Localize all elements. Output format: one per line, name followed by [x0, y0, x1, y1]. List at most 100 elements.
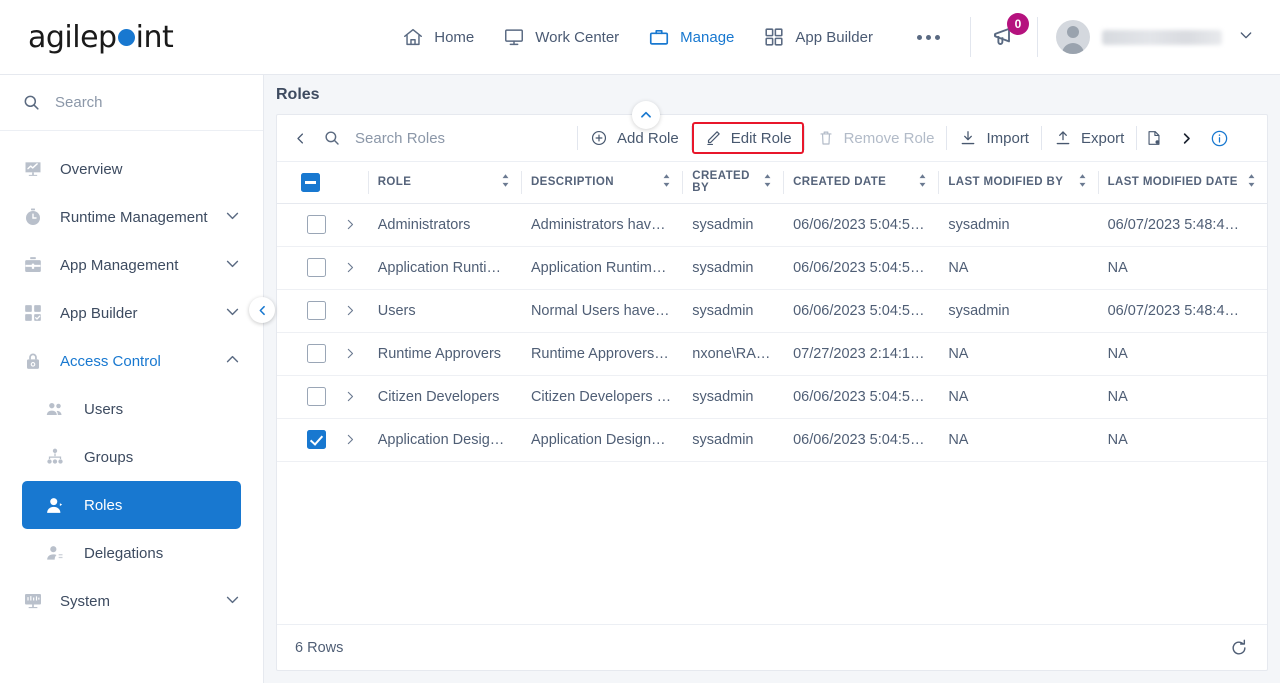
sidebar-item-groups[interactable]: Groups [22, 433, 241, 481]
cell-last-modified-date: 06/07/2023 5:48:4… [1097, 203, 1267, 247]
roles-panel: Add Role Edit Role Remove Role [276, 101, 1268, 671]
sort-icon-description[interactable] [661, 173, 672, 191]
stopwatch-icon [22, 206, 44, 228]
roles-table-container: ROLE DESCRIPTION CREATED BY CREATED DATE… [277, 162, 1267, 624]
sort-icon-created-date[interactable] [917, 173, 928, 191]
chevron-down-icon[interactable] [224, 591, 241, 612]
sidebar-item-overview[interactable]: Overview [0, 145, 263, 193]
toolbar-next-button[interactable] [1171, 124, 1202, 153]
table-row[interactable]: Users Normal Users have… sysadmin 06/06/202… [277, 289, 1267, 333]
table-row[interactable]: Application Design… Application Design… sy… [277, 418, 1267, 462]
roles-toolbar: Add Role Edit Role Remove Role [277, 115, 1267, 162]
edit-role-button[interactable]: Edit Role [691, 122, 804, 154]
chevron-up-icon[interactable] [224, 351, 241, 372]
row-select-cell [277, 332, 334, 376]
sidebar-item-delegations[interactable]: Delegations [22, 529, 241, 577]
expand-row-chevron-right-icon[interactable] [343, 432, 357, 447]
sidebar-item-app-builder[interactable]: App Builder [0, 289, 263, 337]
expand-row-chevron-right-icon[interactable] [343, 217, 357, 232]
sidebar-item-users[interactable]: Users [22, 385, 241, 433]
sort-icon-last-modified-by[interactable] [1077, 173, 1088, 191]
row-checkbox[interactable] [307, 258, 326, 277]
avatar[interactable] [1056, 20, 1090, 54]
column-header-description[interactable]: DESCRIPTION [520, 162, 683, 204]
select-all-checkbox[interactable] [301, 172, 320, 192]
sidebar-collapse-button[interactable] [249, 297, 275, 323]
table-row[interactable]: Runtime Approvers Runtime Approvers… nxone… [277, 332, 1267, 376]
column-header-created-date[interactable]: CREATED DATE [783, 162, 939, 204]
row-checkbox[interactable] [307, 344, 326, 363]
pencil-icon [707, 131, 720, 146]
sidebar-search[interactable] [0, 75, 263, 131]
cell-description: Application Design… [520, 418, 683, 462]
nav-item-manage[interactable]: Manage [647, 25, 734, 49]
cell-last-modified-by: NA [938, 375, 1098, 419]
table-row[interactable]: Administrators Administrators hav… sysadmi… [277, 203, 1267, 247]
cell-last-modified-by: NA [938, 246, 1098, 290]
agilepoint-logo[interactable]: agilep int [28, 19, 174, 55]
sort-icon-created-by[interactable] [762, 173, 773, 191]
panel-collapse-button[interactable] [632, 101, 660, 129]
row-select-cell [277, 375, 334, 419]
upload-icon [1056, 131, 1070, 145]
cell-created-by: sysadmin [682, 418, 784, 462]
sort-icon-role[interactable] [500, 173, 511, 191]
remove-role-label: Remove Role [843, 129, 935, 147]
info-button[interactable] [1202, 122, 1237, 155]
row-expand-cell [333, 375, 368, 419]
column-header-created-by[interactable]: CREATED BY [682, 162, 784, 204]
export-button[interactable]: Export [1042, 122, 1136, 154]
nav-item-app-builder[interactable]: App Builder [762, 25, 873, 49]
cell-created-date: 06/06/2023 5:04:5… [783, 289, 939, 333]
expand-row-chevron-right-icon[interactable] [343, 303, 357, 318]
add-role-button[interactable]: Add Role [578, 122, 691, 154]
row-checkbox[interactable] [307, 301, 326, 320]
logo-text-first: agilep [28, 19, 117, 55]
roles-search-input[interactable] [355, 129, 550, 147]
notifications-button[interactable]: 0 [989, 13, 1029, 52]
sidebar-item-roles[interactable]: Roles [22, 481, 241, 529]
import-button[interactable]: Import [947, 122, 1041, 154]
cell-last-modified-by: sysadmin [938, 289, 1098, 333]
add-role-label: Add Role [617, 129, 679, 147]
table-row[interactable]: Application Runtim… Application Runtim… sy… [277, 246, 1267, 290]
table-body: Administrators Administrators hav… sysadmi… [277, 203, 1267, 462]
toolbar-back-button[interactable] [285, 131, 315, 146]
column-header-last-modified-date[interactable]: LAST MODIFIED DATE [1097, 162, 1267, 204]
remove-role-button[interactable]: Remove Role [805, 122, 947, 154]
cell-description: Normal Users have… [520, 289, 683, 333]
sidebar-item-runtime-management[interactable]: Runtime Management [0, 193, 263, 241]
refresh-button[interactable] [1229, 638, 1249, 658]
sidebar-search-input[interactable] [55, 94, 205, 111]
column-header-last-modified-by[interactable]: LAST MODIFIED BY [938, 162, 1098, 204]
chevron-down-icon[interactable] [224, 303, 241, 324]
nav-item-work-center[interactable]: Work Center [502, 25, 619, 49]
column-header-role[interactable]: ROLE [367, 162, 521, 204]
expand-row-chevron-right-icon[interactable] [343, 346, 357, 361]
row-checkbox[interactable] [307, 387, 326, 406]
user-menu-chevron-down-icon[interactable] [1238, 27, 1254, 48]
row-select-cell [277, 203, 334, 247]
cell-created-date: 06/06/2023 5:04:5… [783, 418, 939, 462]
sidebar-item-access-control[interactable]: Access Control [0, 337, 263, 385]
column-label-created-date: CREATED DATE [793, 176, 887, 189]
download-icon [962, 131, 975, 145]
nav-overflow-menu-icon[interactable] [916, 34, 940, 40]
expand-row-chevron-right-icon[interactable] [343, 389, 357, 404]
row-checkbox[interactable] [307, 215, 326, 234]
sidebar-item-system[interactable]: System [0, 577, 263, 625]
chevron-down-icon[interactable] [224, 207, 241, 228]
cell-created-by: sysadmin [682, 246, 784, 290]
sidebar-item-app-management[interactable]: App Management [0, 241, 263, 289]
report-button[interactable] [1137, 122, 1171, 154]
refresh-icon [1232, 639, 1246, 654]
row-checkbox[interactable] [307, 430, 326, 449]
chevron-down-icon[interactable] [224, 255, 241, 276]
sort-icon-last-modified-date[interactable] [1246, 173, 1257, 191]
cell-description: Citizen Developers … [520, 375, 683, 419]
nav-item-home[interactable]: Home [401, 25, 474, 49]
sidebar-label-app-builder: App Builder [60, 304, 138, 322]
expand-row-chevron-right-icon[interactable] [343, 260, 357, 275]
roles-search[interactable] [315, 129, 577, 147]
table-row[interactable]: Citizen Developers Citizen Developers … sy… [277, 375, 1267, 419]
